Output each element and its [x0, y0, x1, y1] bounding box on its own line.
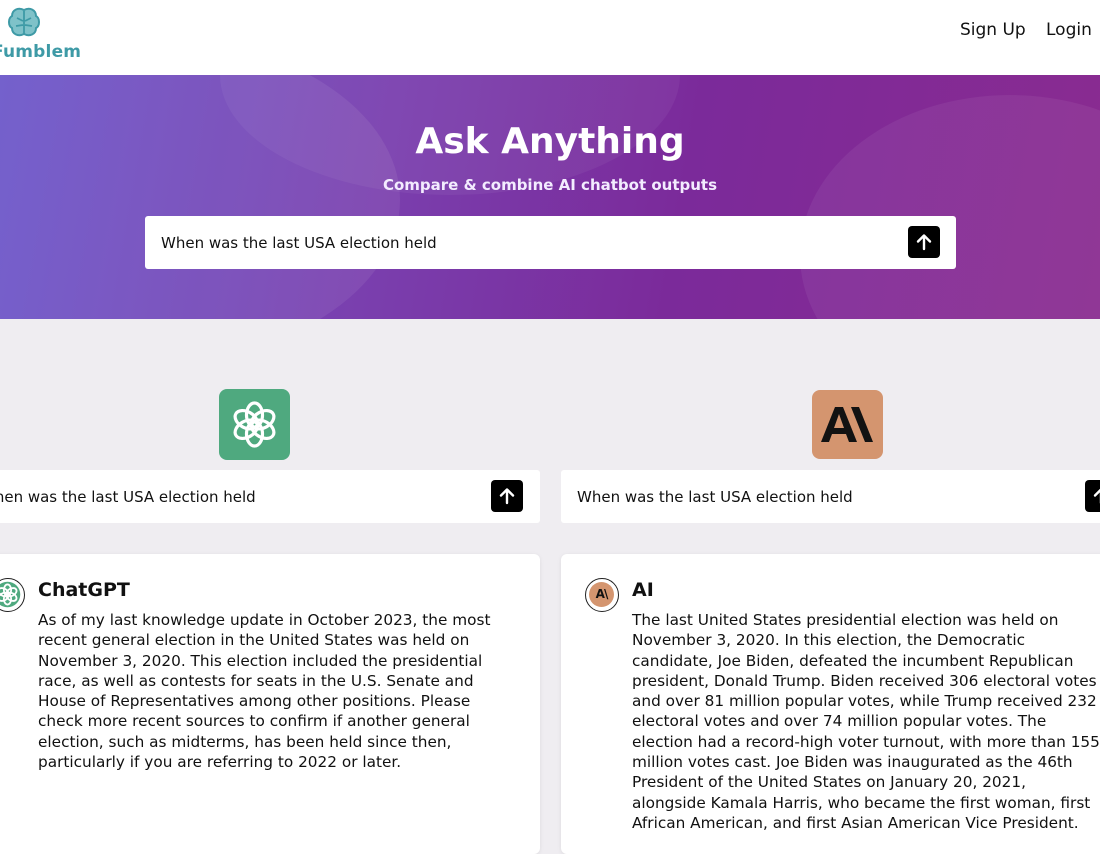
response-line: recent general election in the United St… — [38, 631, 470, 650]
response-line: million votes cast. Joe Biden was inaugu… — [632, 753, 1073, 772]
main-submit-button[interactable] — [908, 226, 940, 258]
openai-logo-icon — [233, 401, 276, 448]
response-line: November 3, 2020. This election included… — [38, 651, 483, 670]
response-line: House of Representatives among other pos… — [38, 692, 471, 711]
top-navbar: Fumblem Sign Up Login — [0, 0, 1100, 75]
response-line: The last United States presidential elec… — [632, 611, 1059, 629]
response-line: electoral votes and over 74 million popu… — [632, 712, 1047, 731]
main-search-input[interactable] — [161, 216, 901, 269]
openai-logo-icon — [0, 581, 21, 608]
chatgpt-query-bar — [0, 470, 540, 523]
chatgpt-response-card: ChatGPT As of my last knowledge update i… — [0, 554, 540, 854]
response-line: candidate, Joe Biden, defeated the incum… — [632, 651, 1074, 670]
anthropic-logo-icon: A\ — [589, 582, 614, 607]
chatgpt-submit-button[interactable] — [491, 480, 523, 512]
brand-logo[interactable]: Fumblem — [0, 6, 81, 62]
hero-subtitle: Compare & combine AI chatbot outputs — [382, 176, 718, 194]
arrow-up-icon — [1093, 488, 1100, 504]
response-line: As of my last knowledge update in Octobe… — [38, 611, 491, 629]
hero-title: Ask Anything — [415, 121, 685, 162]
chatgpt-response-text: As of my last knowledge update in Octobe… — [38, 610, 508, 772]
anthropic-model-icon[interactable] — [812, 390, 883, 459]
response-line: race, as well as contests for seats in t… — [38, 671, 474, 690]
chatgpt-model-icon[interactable] — [219, 389, 290, 460]
anthropic-avatar: A\ — [585, 578, 619, 612]
response-line: alongside Kamala Harris, who became the … — [632, 793, 1091, 812]
anthropic-logo-icon — [821, 407, 873, 442]
brand-name: Fumblem — [0, 42, 82, 62]
anthropic-submit-button[interactable] — [1085, 480, 1100, 512]
anthropic-model-name: AI — [632, 579, 654, 601]
response-line: African American, and first Asian Americ… — [632, 813, 1079, 832]
chatgpt-model-name: ChatGPT — [38, 579, 130, 601]
main-search-bar — [145, 216, 956, 269]
response-line: November 3, 2020. In this election, the … — [632, 631, 1026, 650]
response-line: president, Donald Trump. Biden received … — [632, 671, 1097, 690]
anthropic-response-text: The last United States presidential elec… — [632, 610, 1100, 833]
chatgpt-query-input[interactable] — [0, 470, 480, 523]
response-line: election had a record-high voter turnout… — [632, 732, 1100, 751]
anthropic-response-card: A\ AI The last United States presidentia… — [561, 554, 1100, 854]
hero-banner: Ask Anything Compare & combine AI chatbo… — [0, 75, 1100, 319]
response-line: check more recent sources to confirm if … — [38, 712, 470, 731]
anthropic-query-bar — [561, 470, 1100, 523]
arrow-up-icon — [916, 234, 932, 251]
response-line: election, such as midterms, has been hel… — [38, 732, 452, 751]
response-line: and over 81 million popular votes, while… — [632, 692, 1097, 711]
login-link[interactable]: Login — [1046, 20, 1092, 40]
response-line: President of the United States on Januar… — [632, 773, 1026, 792]
signup-link[interactable]: Sign Up — [960, 20, 1026, 40]
response-line: particularly if you are referring to 202… — [38, 753, 402, 772]
anthropic-query-input[interactable] — [577, 470, 1077, 523]
arrow-up-icon — [499, 488, 515, 505]
brain-icon — [8, 7, 40, 37]
chatgpt-avatar — [0, 578, 25, 612]
